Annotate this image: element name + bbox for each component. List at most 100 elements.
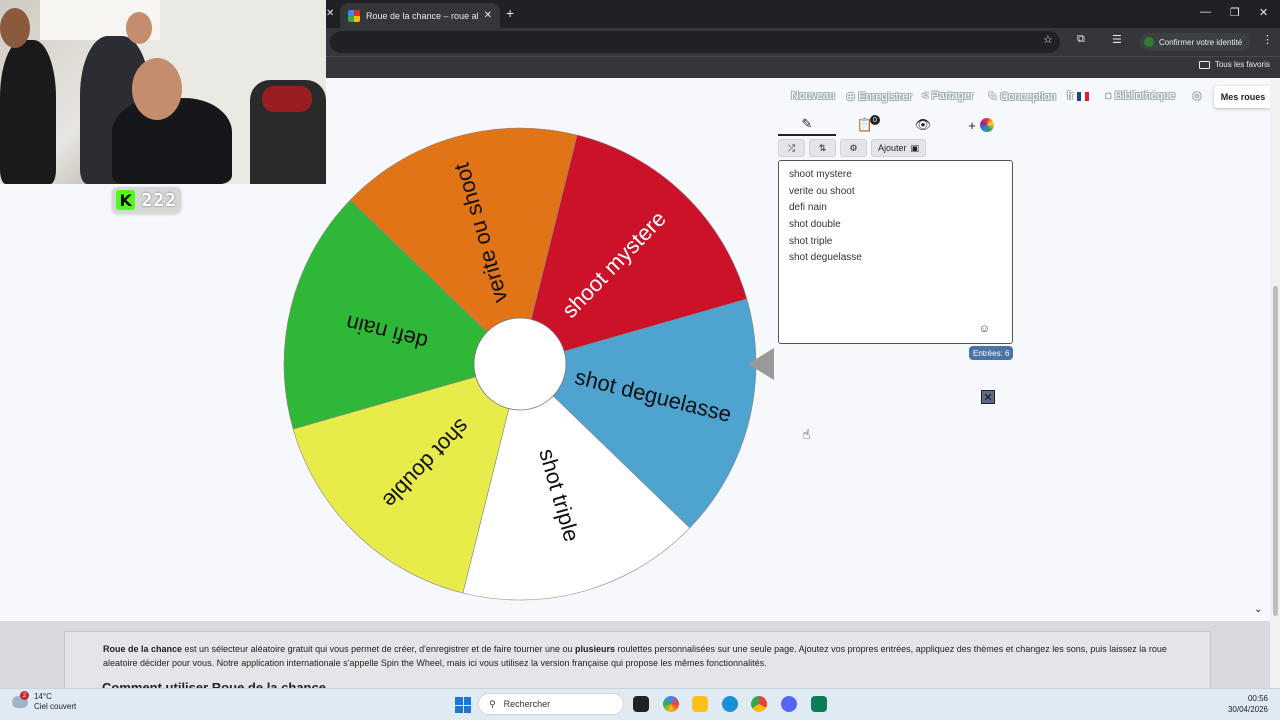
menu-language[interactable]: fr: [1067, 90, 1089, 104]
sort-button[interactable]: ⇅: [809, 139, 836, 157]
menu-save-label: Enregistrer: [858, 91, 913, 103]
scrollbar-thumb[interactable]: [1273, 286, 1278, 616]
browser-tab-active[interactable]: Roue de la chance – roue aléatoire ✕: [340, 3, 500, 28]
taskbar-search-placeholder: Rechercher: [503, 699, 551, 709]
eye-slash-icon: 👁: [914, 117, 932, 132]
cloud-icon: 2: [12, 691, 29, 708]
shuffle-button[interactable]: ⤮: [778, 139, 805, 157]
shuffle-icon: ⤮: [787, 142, 796, 153]
close-icon[interactable]: ✕: [981, 390, 995, 404]
pencil-icon: ✎: [801, 116, 813, 131]
weather-text: 14°C Ciel couvert: [34, 692, 76, 712]
my-wheels-button[interactable]: Mes roues: [1214, 86, 1272, 108]
chevron-down-icon[interactable]: ⌄: [1254, 604, 1262, 615]
task-view-icon[interactable]: [633, 696, 649, 712]
description-bold: plusieurs: [574, 644, 615, 654]
tab-title: Roue de la chance – roue aléatoire: [366, 10, 478, 21]
restore-icon[interactable]: ❐: [1230, 6, 1240, 19]
sort-icon: ⇅: [818, 142, 827, 153]
entries-textarea[interactable]: shoot mystere verite ou shoot defi nain …: [778, 160, 1013, 344]
tab-hide[interactable]: 👁: [894, 114, 952, 136]
close-tab-icon[interactable]: ✕: [484, 10, 492, 21]
extensions-icon[interactable]: ⧉: [1077, 33, 1085, 46]
menu-save[interactable]: ⊕ Enregistrer: [846, 90, 912, 104]
profile-avatar-icon: [1144, 37, 1154, 47]
entry-line: defi nain: [789, 202, 827, 214]
description-brand: Roue de la chance: [103, 644, 183, 654]
menu-library-label: Bibliothèque: [1114, 90, 1176, 102]
menu-design[interactable]: ✎ Conception: [988, 90, 1056, 104]
add-image-label: Ajouter: [878, 143, 907, 153]
menu-library[interactable]: ● Bibliothèque: [1105, 90, 1175, 104]
clock-time: 00:56: [1247, 694, 1268, 703]
discord-icon[interactable]: [781, 696, 797, 712]
kick-viewer-count: 222: [141, 189, 177, 211]
howto-heading: Comment utiliser Roue de la chance: [102, 680, 326, 688]
search-icon: ⚲: [489, 698, 496, 709]
flag-fr-icon: [1076, 91, 1089, 101]
webcam-person-head: [0, 8, 30, 48]
close-tab-icon[interactable]: ✕: [326, 8, 334, 19]
tab-edit-entries[interactable]: ✎: [778, 114, 836, 136]
entry-line: shot deguelasse: [789, 252, 862, 264]
entry-tools: ⤮ ⇅ ⚙ Ajouter ▣: [778, 139, 927, 157]
favicon-icon: [348, 9, 360, 22]
menu-new[interactable]: Nouveau: [791, 90, 835, 104]
webcam-person: [0, 40, 56, 184]
temperature: 14°C: [34, 692, 52, 701]
close-window-icon[interactable]: ✕: [1259, 6, 1268, 19]
settings-gear-icon[interactable]: ⚙: [1192, 90, 1202, 104]
edge-icon[interactable]: [722, 696, 738, 712]
image-icon: ▣: [910, 142, 920, 153]
kick-logo-icon: K: [116, 190, 136, 210]
weather-condition: Ciel couvert: [34, 702, 77, 711]
plus-icon: +: [968, 117, 976, 133]
app-icon[interactable]: [811, 696, 827, 712]
identity-button[interactable]: Confirmer votre identité: [1140, 33, 1251, 51]
menu-share[interactable]: < Partager: [922, 90, 974, 104]
weather-widget[interactable]: 2 14°C Ciel couvert: [12, 691, 76, 712]
advanced-button[interactable]: ⚙: [840, 139, 867, 157]
menu-design-label: Conception: [1000, 91, 1056, 103]
taskbar-search[interactable]: ⚲ Rechercher: [478, 693, 624, 715]
webcam-person-head: [126, 12, 152, 44]
taskbar-clock[interactable]: 00:56 30/04/2026: [1228, 693, 1268, 715]
wheel-center-hub[interactable]: [473, 317, 567, 411]
entry-line: shoot mystere: [789, 169, 852, 180]
address-bar[interactable]: [330, 31, 1060, 53]
weather-badge: 2: [20, 691, 29, 700]
bookmark-star-icon[interactable]: ☆: [1043, 33, 1053, 46]
copilot-icon[interactable]: [663, 696, 679, 712]
entry-line: shot triple: [789, 235, 833, 247]
bookmarks-folder-label: Tous les favoris: [1214, 60, 1270, 69]
windows-start-icon[interactable]: [455, 697, 471, 713]
add-image-button[interactable]: Ajouter ▣: [871, 139, 927, 157]
spin-wheel[interactable]: shoot mystereshot deguelasseshot triples…: [270, 114, 770, 614]
advanced-icon: ⚙: [849, 142, 858, 153]
identity-label: Confirmer votre identité: [1159, 37, 1243, 47]
webcam-person-head: [132, 58, 182, 120]
tab-results[interactable]: 📋 0: [836, 114, 894, 136]
webcam-chair-accent: [262, 86, 312, 112]
results-count-badge: 0: [870, 115, 880, 125]
reading-list-icon[interactable]: ☰: [1112, 33, 1122, 46]
howto-title: Comment utiliser Roue de la chance: [102, 680, 326, 688]
kick-viewer-badge: K 222: [112, 187, 181, 213]
description-text: est un sélecteur aléatoire gratuit qui v…: [182, 644, 575, 654]
hand-cursor-icon: ☝: [802, 426, 811, 442]
menu-language-label: fr: [1067, 90, 1074, 102]
chrome-icon[interactable]: [751, 696, 767, 712]
color-wheel-icon: [979, 118, 994, 132]
minimize-icon[interactable]: —: [1200, 6, 1211, 18]
editor-tabs: ✎ 📋 0 👁 +: [778, 114, 1012, 136]
entry-line: shot double: [789, 219, 841, 231]
emoji-icon[interactable]: ☺: [979, 323, 990, 335]
wheel-pointer: [748, 348, 774, 380]
browser-menu-icon[interactable]: ⋮: [1262, 33, 1273, 46]
folder-icon: [1198, 60, 1210, 69]
tab-add-wheel[interactable]: +: [952, 114, 1010, 136]
new-tab-button[interactable]: +: [506, 5, 514, 21]
entries-count-badge: Entrées: 6: [969, 346, 1014, 360]
all-bookmarks-button[interactable]: Tous les favoris: [1198, 60, 1270, 69]
file-explorer-icon[interactable]: [692, 696, 708, 712]
